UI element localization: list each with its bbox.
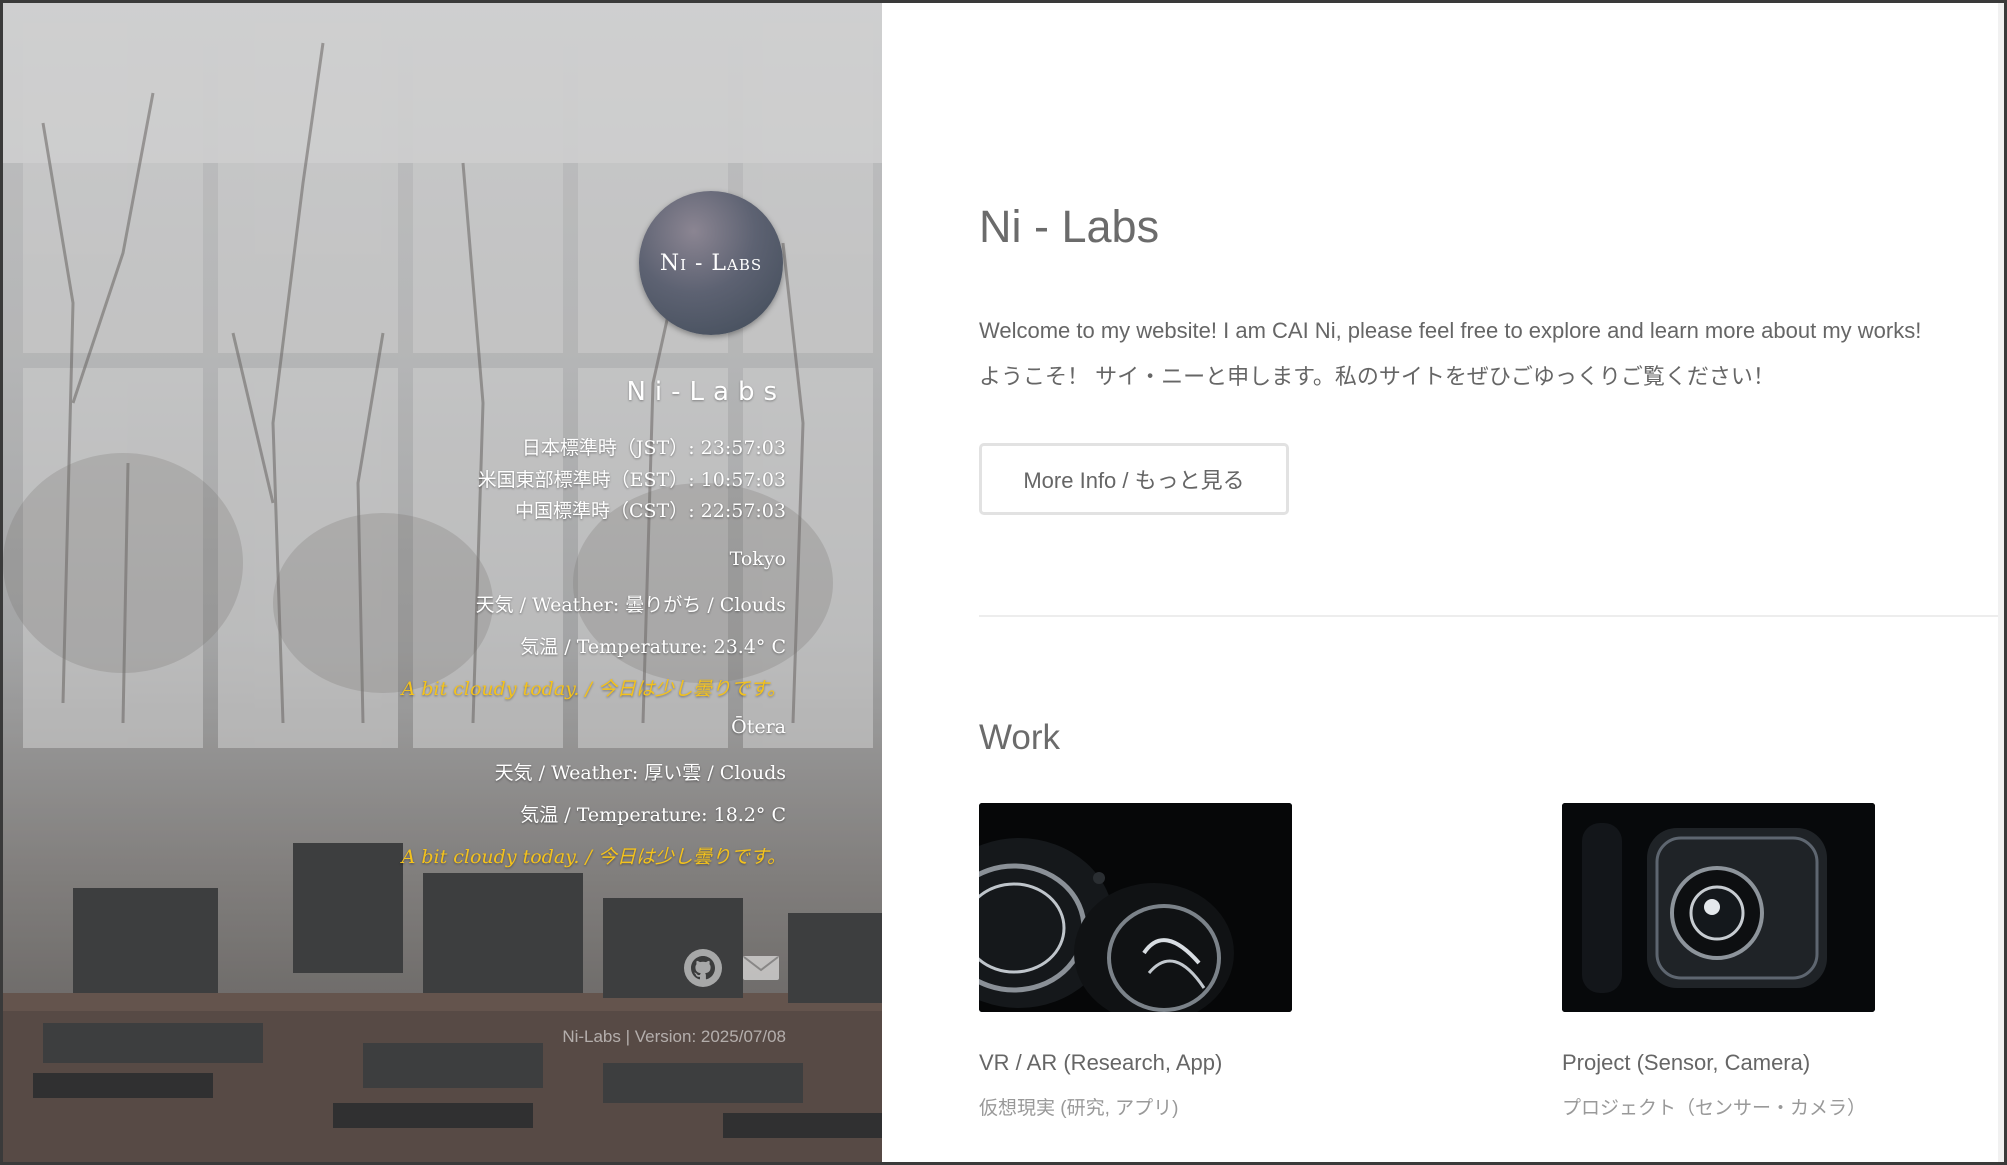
sidebar: Ni - Labs Ni-Labs 日本標準時（JST）: 23:57:03 米… [3, 3, 882, 1162]
github-icon[interactable] [683, 948, 723, 988]
weather-condition: 天気 / Weather: 厚い雲 / Clouds [494, 762, 786, 784]
sidebar-footer: Ni-Labs | Version: 2025/07/08 [562, 1027, 786, 1046]
social-links [683, 948, 781, 988]
mail-icon[interactable] [741, 948, 781, 988]
clock-jst: 日本標準時（JST）: 23:57:03 [521, 437, 786, 459]
camera-sensor-thumbnail[interactable] [1562, 803, 1875, 1012]
clock-est: 米国東部標準時（EST）: 10:57:03 [477, 469, 786, 491]
weather-city: Tokyo [729, 548, 786, 570]
work-card-subtitle: 仮想現実 (研究, アプリ) [979, 1098, 1179, 1119]
work-card-title: VR / AR (Research, App) [979, 1050, 1223, 1075]
clock-cst: 中国標準時（CST）: 22:57:03 [514, 500, 786, 522]
main-content: Ni - Labs Welcome to my website! I am CA… [882, 3, 2004, 1162]
page-title: Ni - Labs [979, 201, 1160, 252]
scrollbar[interactable] [1998, 3, 2004, 1162]
vr-headset-thumbnail[interactable] [979, 803, 1292, 1012]
work-card-camera[interactable]: Project (Sensor, Camera) プロジェクト（センサー・カメラ… [1562, 803, 1875, 1120]
work-card-title: Project (Sensor, Camera) [1562, 1050, 1811, 1075]
work-section-title: Work [979, 718, 1061, 757]
site-logo[interactable]: Ni - Labs [639, 191, 783, 335]
work-card-subtitle: プロジェクト（センサー・カメラ） [1562, 1098, 1867, 1119]
weather-city: Ōtera [731, 716, 786, 738]
weather-condition: 天気 / Weather: 曇りがち / Clouds [475, 594, 786, 616]
more-info-button[interactable]: More Info / もっと見る [979, 443, 1289, 515]
image-overlay [3, 3, 882, 1162]
section-divider [979, 615, 2004, 617]
page-frame: Ni - Labs Ni-Labs 日本標準時（JST）: 23:57:03 米… [3, 3, 2004, 1162]
work-card-vr[interactable]: VR / AR (Research, App) 仮想現実 (研究, アプリ) [979, 803, 1292, 1120]
weather-message: A bit cloudy today. / 今日は少し曇りです。 [401, 846, 786, 868]
weather-temperature: 気温 / Temperature: 23.4° C [520, 636, 786, 658]
site-name: Ni-Labs [626, 377, 786, 407]
intro-japanese: ようこそ！ サイ・ニーと申します。私のサイトをぜひごゆっくりご覧ください！ [979, 364, 1775, 389]
logo-text: Ni - Labs [659, 250, 763, 276]
weather-message: A bit cloudy today. / 今日は少し曇りです。 [401, 678, 786, 700]
weather-temperature: 気温 / Temperature: 18.2° C [520, 804, 786, 826]
intro-english: Welcome to my website! I am CAI Ni, plea… [979, 318, 1922, 343]
